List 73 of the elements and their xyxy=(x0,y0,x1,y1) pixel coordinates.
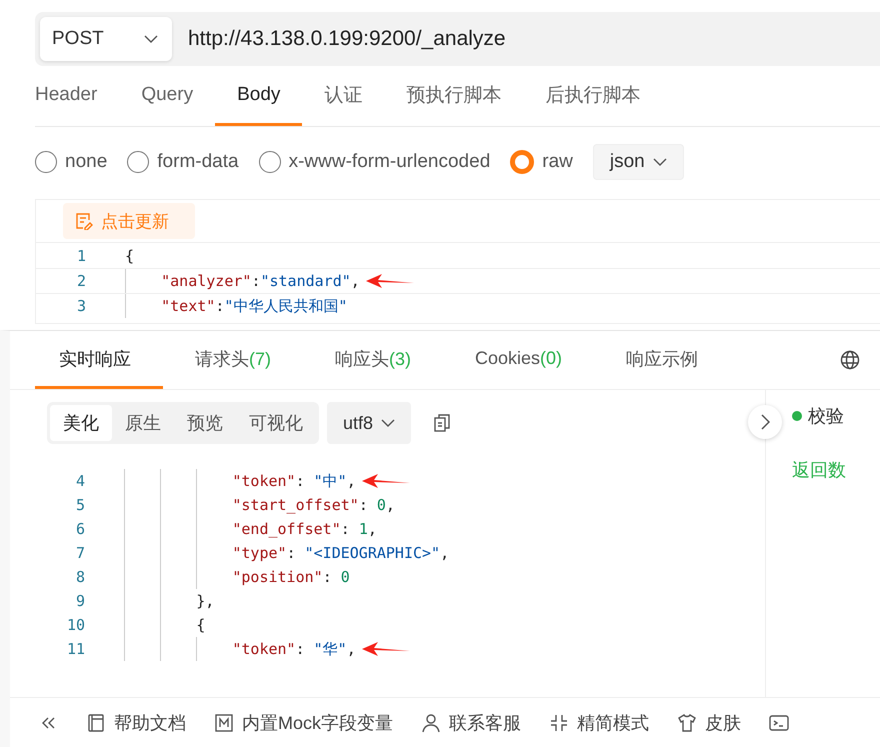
arrow-icon xyxy=(366,273,414,289)
line-number: 3 xyxy=(76,297,86,315)
radio-button[interactable] xyxy=(127,151,150,173)
validation-status: 校验 xyxy=(808,405,844,428)
request-tab[interactable]: 预执行脚本 xyxy=(384,66,524,126)
line-number: 11 xyxy=(66,640,85,658)
code-line: }, xyxy=(195,592,214,610)
terminal-icon xyxy=(769,712,790,732)
arrow-icon xyxy=(362,641,410,657)
code-line: { xyxy=(195,616,206,634)
m-box-icon xyxy=(214,712,234,732)
code-line: "token": "华", xyxy=(231,640,356,658)
view-mode-tab[interactable]: 原生 xyxy=(112,405,174,441)
format-dropdown[interactable]: json xyxy=(592,144,684,180)
console-button[interactable] xyxy=(769,712,790,732)
line-number: 8 xyxy=(74,568,85,586)
code-line: "token": "中", xyxy=(231,472,356,490)
footer-item[interactable]: 精简模式 xyxy=(549,710,650,734)
globe-icon[interactable] xyxy=(840,350,860,370)
response-tab[interactable]: 响应头(3) xyxy=(303,331,443,389)
code-line: "start_offset": 0, xyxy=(231,496,395,514)
code-line: "end_offset": 1, xyxy=(231,520,377,538)
code-line: "type": "<IDEOGRAPHIC>", xyxy=(231,544,450,562)
line-number: 2 xyxy=(76,272,86,290)
request-tab[interactable]: Query xyxy=(119,66,216,126)
footer-item[interactable]: 皮肤 xyxy=(677,710,742,734)
radio-label[interactable]: form-data xyxy=(157,151,239,173)
chevron-right-icon xyxy=(760,414,770,430)
encoding-dropdown[interactable]: utf8 xyxy=(327,402,412,444)
request-tab[interactable]: Body xyxy=(215,66,302,126)
line-number: 7 xyxy=(74,544,85,562)
line-number: 9 xyxy=(74,592,85,610)
code-line: "position": 0 xyxy=(231,568,350,586)
person-icon xyxy=(421,712,442,732)
line-number: 5 xyxy=(74,496,85,514)
arrow-icon xyxy=(362,473,410,489)
book-icon xyxy=(86,712,106,732)
view-mode-tab[interactable]: 可视化 xyxy=(236,405,316,441)
code-line: { xyxy=(125,247,134,265)
response-tab[interactable]: 请求头(7) xyxy=(163,331,303,389)
request-tab[interactable]: 后执行脚本 xyxy=(523,66,662,126)
line-number: 6 xyxy=(74,520,85,538)
code-line: "text":"中华人民共和国" xyxy=(160,296,348,316)
response-tab[interactable]: 实时响应 xyxy=(35,331,163,389)
view-mode-tab[interactable]: 美化 xyxy=(50,405,112,441)
radio-button[interactable] xyxy=(258,151,281,173)
code-line: "analyzer":"standard", xyxy=(160,272,360,290)
compress-icon xyxy=(549,712,570,732)
expand-button[interactable] xyxy=(748,405,782,439)
shirt-icon xyxy=(677,712,698,732)
chevron-down-icon xyxy=(381,419,396,427)
footer-item[interactable]: 联系客服 xyxy=(421,710,522,734)
chevron-down-icon xyxy=(144,35,158,43)
request-tab[interactable]: 认证 xyxy=(302,66,384,126)
line-number: 10 xyxy=(66,616,85,634)
method-dropdown[interactable]: POST xyxy=(40,17,172,61)
chevron-down-icon xyxy=(652,158,667,166)
status-dot xyxy=(792,411,802,421)
radio-button[interactable] xyxy=(510,150,534,174)
radio-button[interactable] xyxy=(35,151,57,173)
radio-label[interactable]: raw xyxy=(542,151,573,173)
response-tab[interactable]: Cookies(0) xyxy=(443,331,594,389)
edit-icon xyxy=(75,212,93,230)
radio-label[interactable]: x-www-form-urlencoded xyxy=(288,151,490,173)
response-tab[interactable]: 响应示例 xyxy=(594,331,730,389)
footer-item[interactable]: 内置Mock字段变量 xyxy=(214,710,394,734)
request-tab[interactable]: Header xyxy=(35,66,120,126)
radio-label[interactable]: none xyxy=(65,151,108,173)
url-field[interactable]: http://43.138.0.199:9200/_analyze xyxy=(188,27,506,51)
line-number: 1 xyxy=(76,247,86,265)
line-number: 4 xyxy=(74,472,85,490)
footer-item[interactable]: 帮助文档 xyxy=(86,710,186,734)
view-mode-tab[interactable]: 预览 xyxy=(174,405,236,441)
